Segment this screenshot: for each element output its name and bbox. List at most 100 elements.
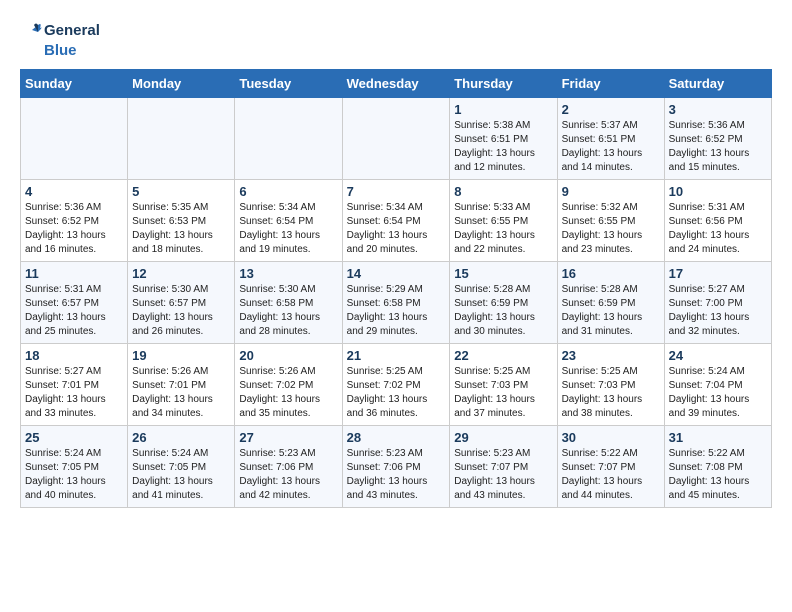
- day-info: Sunrise: 5:34 AM Sunset: 6:54 PM Dayligh…: [239, 201, 337, 257]
- day-info: Sunrise: 5:31 AM Sunset: 6:56 PM Dayligh…: [669, 201, 767, 257]
- day-info: Sunrise: 5:38 AM Sunset: 6:51 PM Dayligh…: [454, 119, 552, 175]
- day-number: 4: [25, 184, 123, 199]
- calendar-week-2: 4 Sunrise: 5:36 AM Sunset: 6:52 PM Daylig…: [21, 180, 772, 262]
- day-number: 13: [239, 266, 337, 281]
- day-info: Sunrise: 5:34 AM Sunset: 6:54 PM Dayligh…: [347, 201, 446, 257]
- day-number: 5: [132, 184, 230, 199]
- day-number: 18: [25, 348, 123, 363]
- day-info: Sunrise: 5:26 AM Sunset: 7:01 PM Dayligh…: [132, 365, 230, 421]
- day-info: Sunrise: 5:26 AM Sunset: 7:02 PM Dayligh…: [239, 365, 337, 421]
- logo-bird-icon: [20, 20, 42, 42]
- calendar-cell: 18Sunrise: 5:27 AM Sunset: 7:01 PM Dayli…: [21, 344, 128, 426]
- calendar-cell: 13 Sunrise: 5:30 AM Sunset: 6:58 PM Dayli…: [235, 262, 342, 344]
- day-info: Sunrise: 5:27 AM Sunset: 7:00 PM Dayligh…: [669, 283, 767, 339]
- logo: General Blue: [20, 20, 100, 59]
- calendar-week-4: 18Sunrise: 5:27 AM Sunset: 7:01 PM Dayli…: [21, 344, 772, 426]
- day-info: Sunrise: 5:36 AM Sunset: 6:52 PM Dayligh…: [25, 201, 123, 257]
- day-number: 16: [562, 266, 660, 281]
- day-info: Sunrise: 5:23 AM Sunset: 7:06 PM Dayligh…: [239, 447, 337, 503]
- logo-general: General: [44, 22, 100, 39]
- calendar-cell: 20 Sunrise: 5:26 AM Sunset: 7:02 PM Dayli…: [235, 344, 342, 426]
- calendar-week-5: 25 Sunrise: 5:24 AM Sunset: 7:05 PM Dayli…: [21, 426, 772, 508]
- calendar-cell: 25 Sunrise: 5:24 AM Sunset: 7:05 PM Dayli…: [21, 426, 128, 508]
- day-number: 2: [562, 102, 660, 117]
- day-info: Sunrise: 5:23 AM Sunset: 7:06 PM Dayligh…: [347, 447, 446, 503]
- calendar-cell: 14 Sunrise: 5:29 AM Sunset: 6:58 PM Dayli…: [342, 262, 450, 344]
- logo-blue: Blue: [44, 42, 77, 59]
- day-number: 20: [239, 348, 337, 363]
- calendar-cell: 16 Sunrise: 5:28 AM Sunset: 6:59 PM Dayli…: [557, 262, 664, 344]
- calendar-cell: [21, 98, 128, 180]
- day-number: 6: [239, 184, 337, 199]
- day-number: 14: [347, 266, 446, 281]
- weekday-header-thursday: Thursday: [450, 70, 557, 98]
- day-number: 3: [669, 102, 767, 117]
- day-info: Sunrise: 5:25 AM Sunset: 7:03 PM Dayligh…: [562, 365, 660, 421]
- calendar-week-1: 1 Sunrise: 5:38 AM Sunset: 6:51 PM Daylig…: [21, 98, 772, 180]
- day-number: 30: [562, 430, 660, 445]
- calendar-cell: [235, 98, 342, 180]
- day-number: 28: [347, 430, 446, 445]
- calendar-cell: 2 Sunrise: 5:37 AM Sunset: 6:51 PM Daylig…: [557, 98, 664, 180]
- day-number: 27: [239, 430, 337, 445]
- header: General Blue: [20, 20, 772, 59]
- day-number: 23: [562, 348, 660, 363]
- calendar-cell: [342, 98, 450, 180]
- calendar-cell: 8 Sunrise: 5:33 AM Sunset: 6:55 PM Daylig…: [450, 180, 557, 262]
- calendar-week-3: 11 Sunrise: 5:31 AM Sunset: 6:57 PM Dayli…: [21, 262, 772, 344]
- day-number: 1: [454, 102, 552, 117]
- day-info: Sunrise: 5:36 AM Sunset: 6:52 PM Dayligh…: [669, 119, 767, 175]
- day-number: 9: [562, 184, 660, 199]
- weekday-header-saturday: Saturday: [664, 70, 771, 98]
- day-info: Sunrise: 5:30 AM Sunset: 6:57 PM Dayligh…: [132, 283, 230, 339]
- day-info: Sunrise: 5:25 AM Sunset: 7:02 PM Dayligh…: [347, 365, 446, 421]
- day-number: 7: [347, 184, 446, 199]
- weekday-header-sunday: Sunday: [21, 70, 128, 98]
- weekday-header-friday: Friday: [557, 70, 664, 98]
- calendar-cell: 5 Sunrise: 5:35 AM Sunset: 6:53 PM Daylig…: [128, 180, 235, 262]
- day-info: Sunrise: 5:24 AM Sunset: 7:05 PM Dayligh…: [25, 447, 123, 503]
- day-number: 26: [132, 430, 230, 445]
- calendar-cell: 29Sunrise: 5:23 AM Sunset: 7:07 PM Dayli…: [450, 426, 557, 508]
- day-number: 8: [454, 184, 552, 199]
- calendar-cell: 11 Sunrise: 5:31 AM Sunset: 6:57 PM Dayli…: [21, 262, 128, 344]
- day-number: 19: [132, 348, 230, 363]
- day-number: 11: [25, 266, 123, 281]
- calendar-cell: 28 Sunrise: 5:23 AM Sunset: 7:06 PM Dayli…: [342, 426, 450, 508]
- calendar-cell: 4 Sunrise: 5:36 AM Sunset: 6:52 PM Daylig…: [21, 180, 128, 262]
- day-info: Sunrise: 5:31 AM Sunset: 6:57 PM Dayligh…: [25, 283, 123, 339]
- calendar-cell: 19 Sunrise: 5:26 AM Sunset: 7:01 PM Dayli…: [128, 344, 235, 426]
- weekday-header-monday: Monday: [128, 70, 235, 98]
- calendar-cell: 9Sunrise: 5:32 AM Sunset: 6:55 PM Daylig…: [557, 180, 664, 262]
- calendar-cell: 3 Sunrise: 5:36 AM Sunset: 6:52 PM Daylig…: [664, 98, 771, 180]
- calendar-cell: 27 Sunrise: 5:23 AM Sunset: 7:06 PM Dayli…: [235, 426, 342, 508]
- day-number: 25: [25, 430, 123, 445]
- calendar-cell: [128, 98, 235, 180]
- calendar-cell: 30 Sunrise: 5:22 AM Sunset: 7:07 PM Dayli…: [557, 426, 664, 508]
- day-number: 12: [132, 266, 230, 281]
- calendar-cell: 10Sunrise: 5:31 AM Sunset: 6:56 PM Dayli…: [664, 180, 771, 262]
- day-number: 15: [454, 266, 552, 281]
- calendar-cell: 17Sunrise: 5:27 AM Sunset: 7:00 PM Dayli…: [664, 262, 771, 344]
- day-info: Sunrise: 5:29 AM Sunset: 6:58 PM Dayligh…: [347, 283, 446, 339]
- logo-container: General Blue: [20, 20, 100, 59]
- day-info: Sunrise: 5:24 AM Sunset: 7:05 PM Dayligh…: [132, 447, 230, 503]
- calendar-cell: 23 Sunrise: 5:25 AM Sunset: 7:03 PM Dayli…: [557, 344, 664, 426]
- calendar-cell: 22 Sunrise: 5:25 AM Sunset: 7:03 PM Dayli…: [450, 344, 557, 426]
- calendar-cell: 12 Sunrise: 5:30 AM Sunset: 6:57 PM Dayli…: [128, 262, 235, 344]
- calendar-cell: 1 Sunrise: 5:38 AM Sunset: 6:51 PM Daylig…: [450, 98, 557, 180]
- day-info: Sunrise: 5:22 AM Sunset: 7:07 PM Dayligh…: [562, 447, 660, 503]
- day-number: 21: [347, 348, 446, 363]
- day-info: Sunrise: 5:24 AM Sunset: 7:04 PM Dayligh…: [669, 365, 767, 421]
- calendar-cell: 31Sunrise: 5:22 AM Sunset: 7:08 PM Dayli…: [664, 426, 771, 508]
- calendar-cell: 6 Sunrise: 5:34 AM Sunset: 6:54 PM Daylig…: [235, 180, 342, 262]
- day-number: 22: [454, 348, 552, 363]
- day-info: Sunrise: 5:28 AM Sunset: 6:59 PM Dayligh…: [562, 283, 660, 339]
- day-info: Sunrise: 5:25 AM Sunset: 7:03 PM Dayligh…: [454, 365, 552, 421]
- calendar-cell: 24Sunrise: 5:24 AM Sunset: 7:04 PM Dayli…: [664, 344, 771, 426]
- calendar-cell: 15Sunrise: 5:28 AM Sunset: 6:59 PM Dayli…: [450, 262, 557, 344]
- day-info: Sunrise: 5:33 AM Sunset: 6:55 PM Dayligh…: [454, 201, 552, 257]
- day-info: Sunrise: 5:35 AM Sunset: 6:53 PM Dayligh…: [132, 201, 230, 257]
- day-info: Sunrise: 5:37 AM Sunset: 6:51 PM Dayligh…: [562, 119, 660, 175]
- day-info: Sunrise: 5:30 AM Sunset: 6:58 PM Dayligh…: [239, 283, 337, 339]
